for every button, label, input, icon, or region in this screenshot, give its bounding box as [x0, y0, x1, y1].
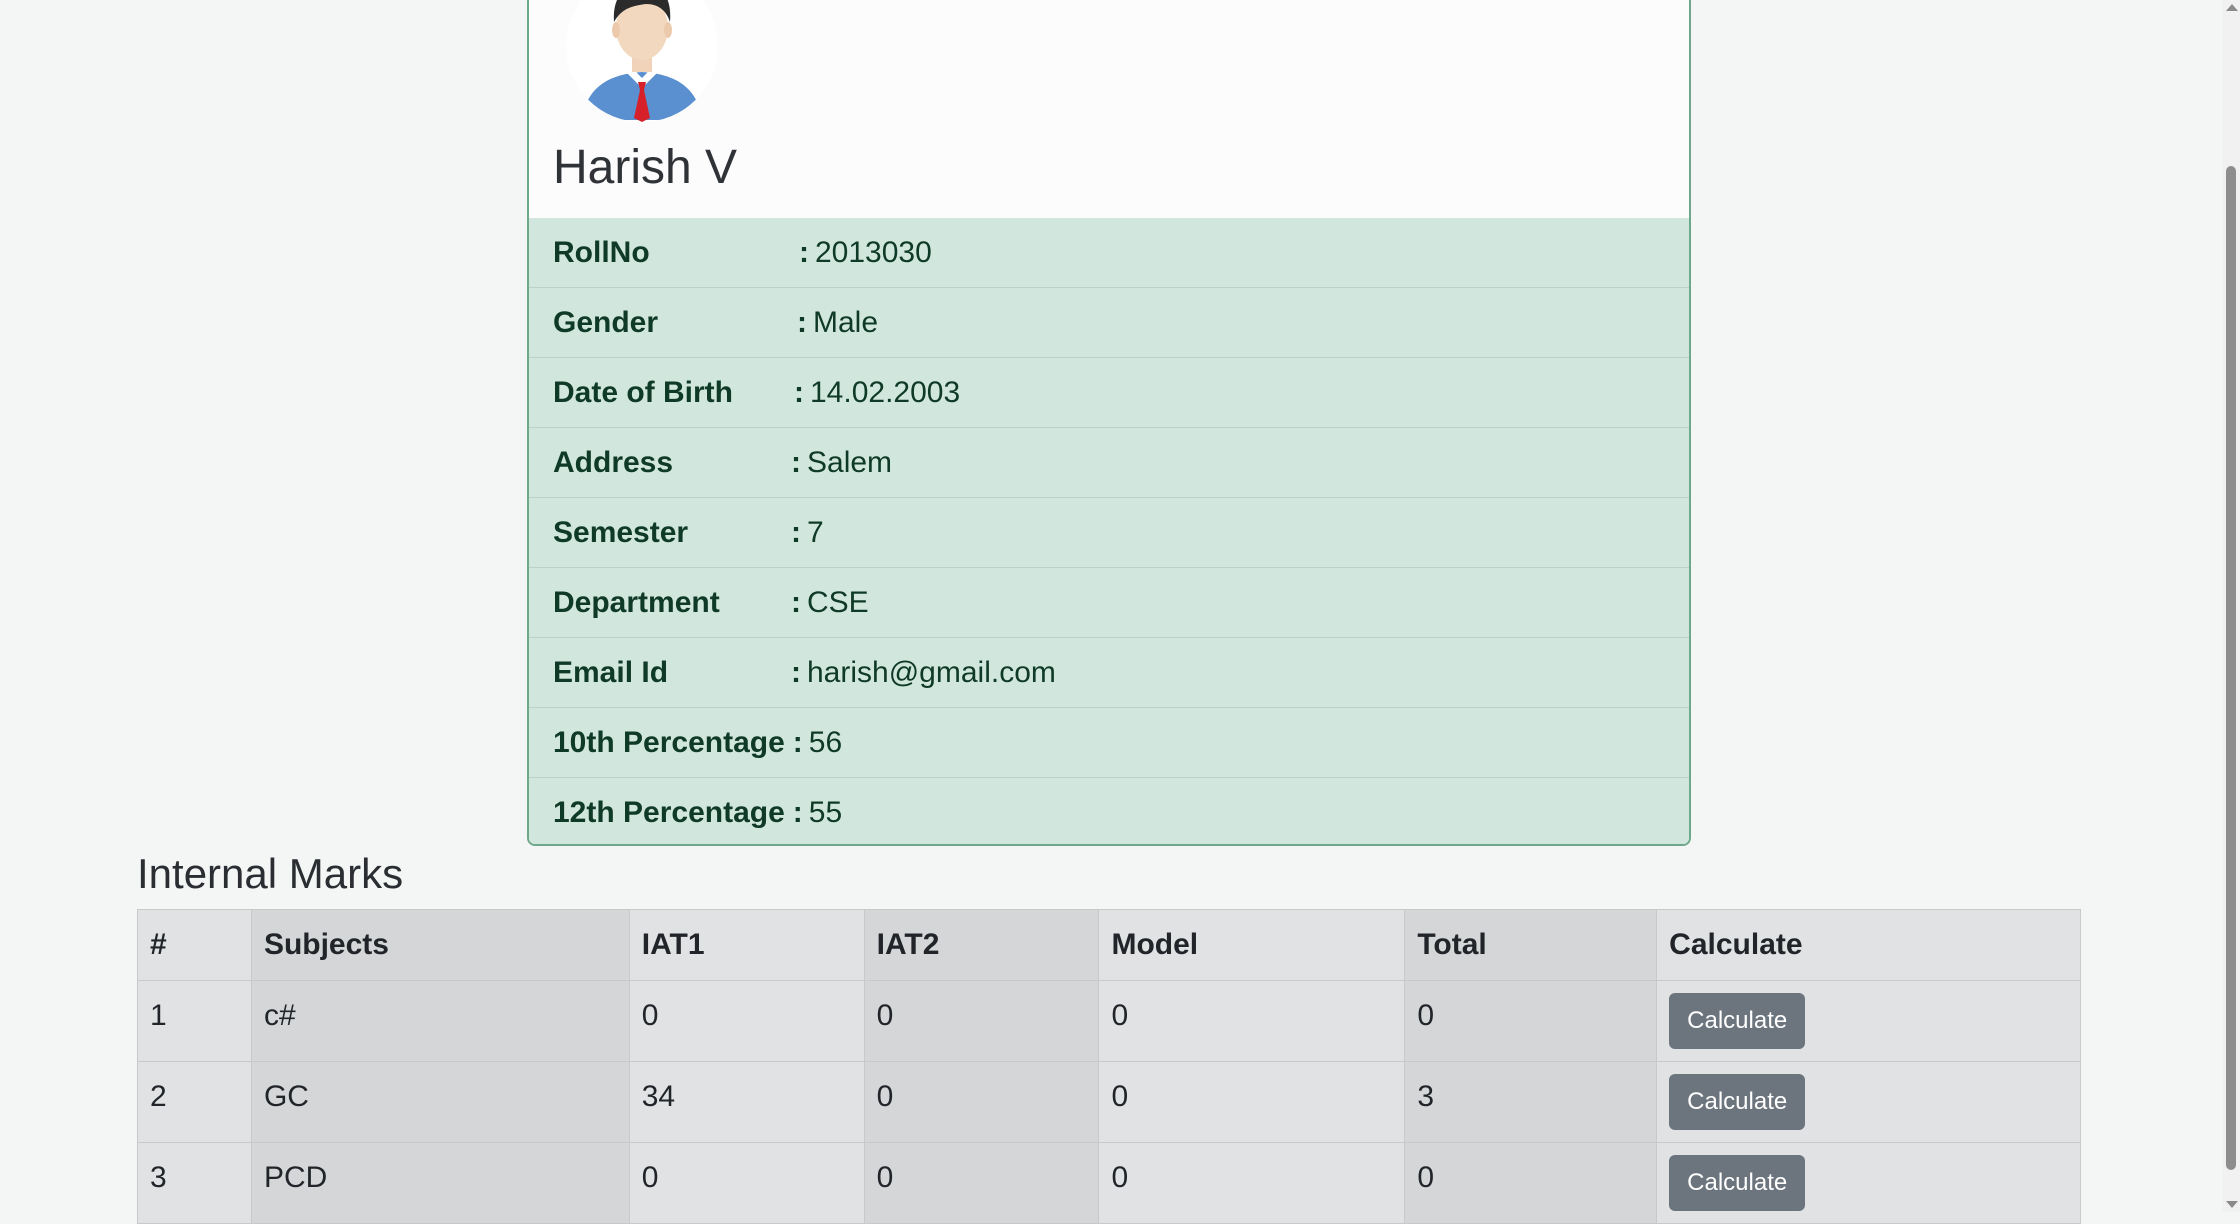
- detail-separator: :: [791, 515, 801, 549]
- detail-separator: :: [792, 725, 803, 759]
- table-header-row: # Subjects IAT1 IAT2 Model Total Calcula…: [137, 909, 2081, 981]
- total-cell: 0: [1404, 1142, 1658, 1224]
- detail-value: Salem: [807, 445, 893, 479]
- row-number: 2: [137, 1061, 252, 1143]
- detail-row-email: Email Id : harish@gmail.com: [529, 638, 1689, 708]
- column-header-model: Model: [1098, 909, 1406, 981]
- detail-value: 56: [808, 725, 843, 759]
- subject-cell: PCD: [250, 1142, 630, 1224]
- column-header-total: Total: [1404, 909, 1658, 981]
- subject-cell: GC: [250, 1061, 630, 1143]
- model-cell: 0: [1098, 1142, 1406, 1224]
- scrollbar-thumb[interactable]: [2226, 166, 2236, 1170]
- total-cell: 3: [1404, 1061, 1658, 1143]
- detail-separator: :: [792, 796, 803, 829]
- detail-row-12th-percentage: 12th Percentage : 55: [529, 778, 1689, 844]
- model-cell: 0: [1098, 980, 1406, 1062]
- scroll-up-arrow-icon[interactable]: [2226, 4, 2238, 11]
- detail-separator: :: [791, 585, 801, 619]
- detail-label: Department: [553, 585, 720, 619]
- detail-value: 14.02.2003: [810, 375, 961, 409]
- subject-cell: c#: [250, 980, 630, 1062]
- table-row: 1 c# 0 0 0 0 Calculate: [137, 980, 2081, 1062]
- iat1-cell: 34: [628, 1061, 865, 1143]
- detail-value: 55: [808, 796, 843, 829]
- student-profile-card: Harish V RollNo : 2013030 Gender : Male …: [527, 0, 1691, 846]
- table-row: 2 GC 34 0 0 3 Calculate: [137, 1061, 2081, 1143]
- detail-label: Email Id: [553, 655, 669, 689]
- detail-value: 7: [807, 515, 824, 549]
- detail-row-address: Address : Salem: [529, 428, 1689, 498]
- detail-separator: :: [791, 445, 801, 479]
- detail-separator: :: [797, 305, 807, 339]
- detail-value: CSE: [807, 585, 869, 619]
- detail-label: RollNo: [553, 235, 650, 269]
- calculate-cell: Calculate: [1656, 1061, 2081, 1143]
- detail-value: harish@gmail.com: [807, 655, 1056, 689]
- iat1-cell: 0: [628, 980, 865, 1062]
- total-cell: 0: [1404, 980, 1658, 1062]
- detail-label: 12th Percentage: [553, 796, 785, 829]
- detail-label: Address: [553, 445, 674, 479]
- detail-label: Date of Birth: [553, 375, 733, 409]
- iat1-cell: 0: [628, 1142, 865, 1224]
- model-cell: 0: [1098, 1061, 1406, 1143]
- detail-row-10th-percentage: 10th Percentage : 56: [529, 708, 1689, 778]
- calculate-cell: Calculate: [1656, 980, 2081, 1062]
- vertical-scrollbar[interactable]: [2222, 0, 2240, 1212]
- detail-row-semester: Semester : 7: [529, 498, 1689, 568]
- profile-header: Harish V: [529, 0, 1689, 218]
- calculate-button[interactable]: Calculate: [1669, 1074, 1806, 1130]
- detail-separator: :: [794, 375, 804, 409]
- profile-details: RollNo : 2013030 Gender : Male Date of B…: [529, 218, 1689, 844]
- detail-row-dob: Date of Birth : 14.02.2003: [529, 358, 1689, 428]
- calculate-cell: Calculate: [1656, 1142, 2081, 1224]
- calculate-button[interactable]: Calculate: [1669, 1155, 1806, 1211]
- detail-separator: :: [799, 235, 809, 269]
- detail-label: 10th Percentage: [553, 725, 785, 759]
- column-header-calculate: Calculate: [1656, 909, 2081, 981]
- detail-value: Male: [813, 305, 879, 339]
- male-student-avatar-icon: [566, 0, 718, 122]
- iat2-cell: 0: [863, 1142, 1100, 1224]
- detail-row-department: Department : CSE: [529, 568, 1689, 638]
- column-header-iat1: IAT1: [628, 909, 865, 981]
- student-name: Harish V: [553, 141, 738, 194]
- detail-row-rollno: RollNo : 2013030: [529, 218, 1689, 288]
- column-header-subjects: Subjects: [250, 909, 630, 981]
- column-header-number: #: [137, 909, 252, 981]
- internal-marks-table: # Subjects IAT1 IAT2 Model Total Calcula…: [137, 909, 2081, 1224]
- detail-label: Gender: [553, 305, 659, 339]
- internal-marks-title: Internal Marks: [137, 850, 404, 897]
- row-number: 1: [137, 980, 252, 1062]
- detail-label: Semester: [553, 515, 689, 549]
- detail-value: 2013030: [815, 235, 932, 269]
- row-number: 3: [137, 1142, 252, 1224]
- iat2-cell: 0: [863, 1061, 1100, 1143]
- column-header-iat2: IAT2: [863, 909, 1100, 981]
- table-row: 3 PCD 0 0 0 0 Calculate: [137, 1142, 2081, 1224]
- calculate-button[interactable]: Calculate: [1669, 993, 1806, 1049]
- iat2-cell: 0: [863, 980, 1100, 1062]
- detail-row-gender: Gender : Male: [529, 288, 1689, 358]
- detail-separator: :: [791, 655, 801, 689]
- scroll-down-arrow-icon[interactable]: [2226, 1201, 2238, 1208]
